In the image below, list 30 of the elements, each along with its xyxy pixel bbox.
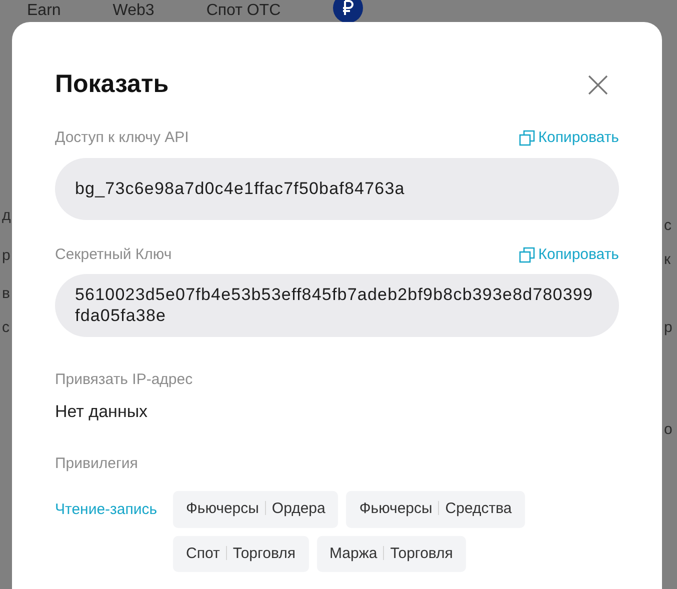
permission-tag: Маржа Торговля	[316, 536, 466, 572]
background-text: в	[2, 284, 10, 304]
ip-value: Нет данных	[55, 401, 149, 423]
nav-link-text: Web3	[112, 3, 154, 19]
nav-link-text: Earn	[27, 3, 61, 19]
background-text: о	[664, 420, 672, 440]
background-text: р	[664, 318, 672, 338]
copy-link[interactable]: Копировать	[519, 127, 619, 150]
close-button[interactable]	[587, 73, 609, 95]
permission-tag: Спот Торговля	[173, 536, 309, 572]
background-text: д	[2, 206, 11, 226]
nav-link-text: Спот OTC	[206, 3, 281, 19]
background-text: с	[2, 318, 10, 338]
access-level: Чтение-запись	[55, 500, 158, 520]
dialog-title: Показать	[55, 69, 169, 99]
background-text: к	[664, 250, 671, 270]
key-value-field: bg_73c6e98a7d0c4e1ffac7f50baf84763a	[55, 158, 619, 220]
permission-tag: Фьючерсы Ордера	[173, 491, 338, 528]
copy-icon	[519, 130, 536, 146]
copy-icon	[519, 246, 536, 263]
background-text: с	[664, 216, 672, 236]
copy-link[interactable]: Копировать	[519, 244, 619, 266]
permission-tag: Фьючерсы Средства	[346, 491, 525, 528]
background-text: р	[2, 246, 10, 266]
key-value-field: 5610023d5e07fb4e53b53eff845fb7adeb2bf9b8cb393e8d780399fda05fa38e	[55, 274, 619, 336]
field-label: Доступ к ключу API	[55, 128, 189, 148]
currency-icon[interactable]	[332, 0, 363, 23]
field-label: Секретный Ключ	[55, 244, 172, 264]
field-label: Привилегия	[55, 454, 139, 474]
field-label: Привязать IP-адрес	[55, 370, 194, 390]
